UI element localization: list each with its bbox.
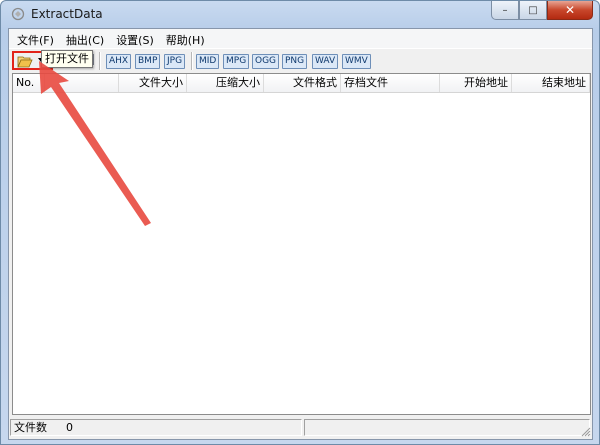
filetype-wmv-toggle[interactable]: WMV [342, 54, 371, 69]
menu-help[interactable]: 帮助(H) [160, 29, 211, 48]
filetype-png-toggle[interactable]: PNG [282, 54, 308, 69]
toolbar: AHX BMP JPG MID MPG OGG PNG WAV WMV [9, 48, 592, 73]
filetype-bmp-toggle[interactable]: BMP [135, 54, 161, 69]
column-filesize[interactable]: 文件大小 [119, 74, 187, 92]
maximize-icon: □ [528, 4, 538, 16]
window-title: ExtractData [31, 7, 103, 21]
minimize-button[interactable]: – [491, 1, 519, 20]
status-count: 0 [66, 421, 73, 434]
minimize-icon: – [502, 4, 508, 16]
filetype-mid-toggle[interactable]: MID [196, 54, 220, 69]
resize-grip-icon[interactable] [581, 427, 591, 437]
toolbar-separator [191, 52, 193, 70]
app-icon [11, 7, 25, 21]
menu-file[interactable]: 文件(F) [11, 29, 60, 48]
column-compressed-size[interactable]: 压缩大小 [187, 74, 264, 92]
close-icon: ✕ [564, 3, 576, 17]
column-start-address[interactable]: 开始地址 [440, 74, 512, 92]
filetype-mpg-toggle[interactable]: MPG [223, 54, 250, 69]
filetype-ogg-toggle[interactable]: OGG [252, 54, 280, 69]
status-bar: 文件数 0 [9, 417, 592, 438]
menu-settings[interactable]: 设置(S) [110, 29, 160, 48]
status-file-count: 文件数 0 [10, 419, 302, 436]
column-file-format[interactable]: 文件格式 [264, 74, 341, 92]
filetype-ahx-toggle[interactable]: AHX [106, 54, 132, 69]
column-filename[interactable] [45, 74, 119, 92]
caption-buttons: – □ ✕ [491, 1, 593, 21]
app-window: ExtractData – □ ✕ 文件(F) 抽出(C) 设置(S) 帮助(H… [0, 0, 600, 445]
status-panel-right [304, 419, 590, 436]
client-area: 文件(F) 抽出(C) 设置(S) 帮助(H) AHX BMP JPG MID … [8, 28, 593, 440]
list-header: No. 文件大小 压缩大小 文件格式 存档文件 开始地址 结束地址 [13, 74, 590, 93]
file-list[interactable]: No. 文件大小 压缩大小 文件格式 存档文件 开始地址 结束地址 [12, 73, 591, 415]
column-no[interactable]: No. [13, 74, 45, 92]
close-button[interactable]: ✕ [547, 1, 593, 20]
column-archive-file[interactable]: 存档文件 [341, 74, 440, 92]
maximize-button[interactable]: □ [519, 1, 547, 20]
filetype-wav-toggle[interactable]: WAV [312, 54, 339, 69]
open-file-tooltip: 打开文件 [41, 50, 93, 68]
status-label: 文件数 [14, 421, 47, 434]
title-bar[interactable]: ExtractData – □ ✕ [1, 1, 599, 27]
menu-extract[interactable]: 抽出(C) [60, 29, 110, 48]
filetype-jpg-toggle[interactable]: JPG [164, 54, 186, 69]
column-end-address[interactable]: 结束地址 [512, 74, 590, 92]
toolbar-separator [99, 52, 101, 70]
menu-bar: 文件(F) 抽出(C) 设置(S) 帮助(H) [9, 29, 592, 48]
